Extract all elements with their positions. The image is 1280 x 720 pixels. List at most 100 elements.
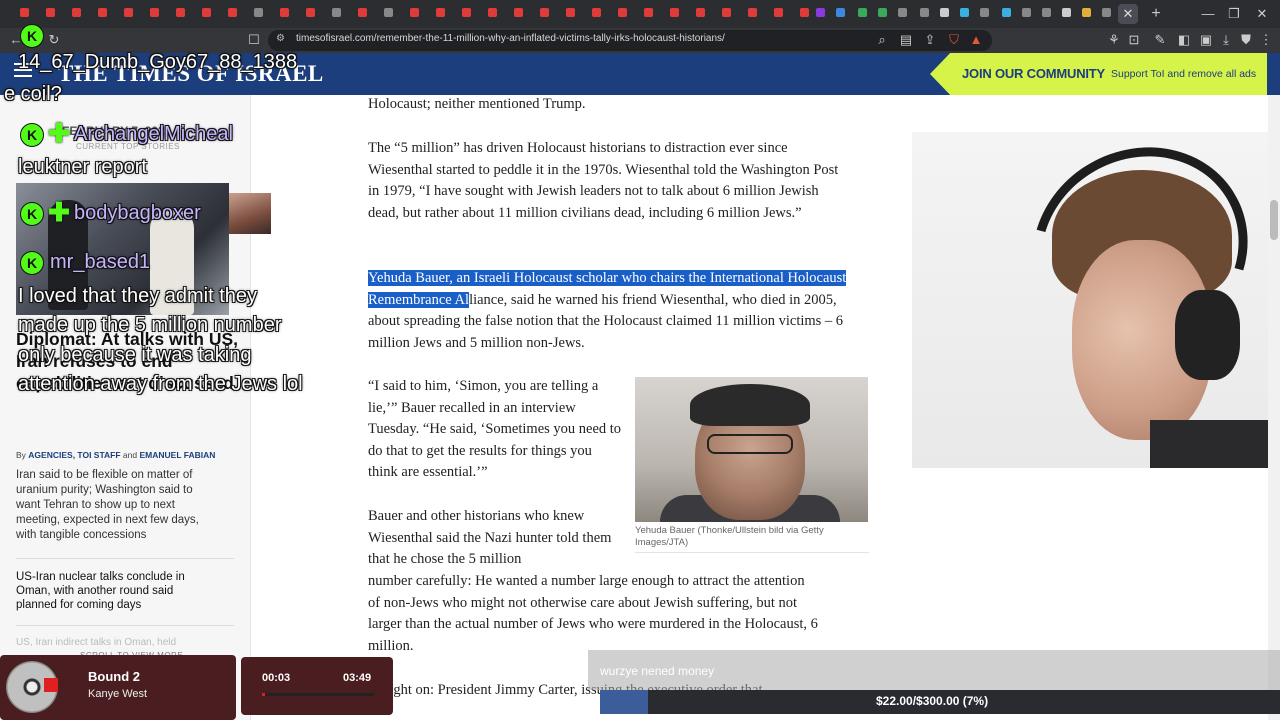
tab-favicon[interactable]: [46, 8, 55, 17]
tab-strip: ✕ + — ❐ ✕: [0, 0, 1280, 28]
tab-favicon[interactable]: [800, 8, 809, 17]
tab-favicon[interactable]: [332, 8, 341, 17]
maximize-icon[interactable]: ❐: [1222, 4, 1246, 24]
chat-username: bodybagboxer: [74, 202, 201, 224]
window-close-icon[interactable]: ✕: [1250, 4, 1274, 24]
menu-dots-icon[interactable]: ⋮: [1256, 30, 1276, 50]
tab-favicon[interactable]: [436, 8, 445, 17]
brave-shield-icon[interactable]: ⛉: [944, 30, 964, 50]
sidebar-icon[interactable]: ◧: [1174, 30, 1194, 50]
page-scrollbar[interactable]: [1268, 95, 1280, 720]
scrollbar-thumb[interactable]: [1270, 200, 1278, 240]
playback-progress-bar: [262, 693, 374, 696]
tab-favicon[interactable]: [1002, 8, 1011, 17]
webcam-detail: [1150, 420, 1280, 468]
join-community-title[interactable]: JOIN OUR COMMUNITY: [962, 66, 1105, 81]
chat-message: leuktner report: [18, 156, 147, 178]
tab-favicon[interactable]: [1102, 8, 1111, 17]
tab-favicon[interactable]: [722, 8, 731, 17]
photo-caption: Yehuda Bauer (Thonke/Ullstein bild via G…: [635, 525, 824, 548]
tab-favicon[interactable]: [670, 8, 679, 17]
divider: [16, 558, 234, 559]
screenshot-icon[interactable]: ⊡: [1124, 30, 1144, 50]
tab-favicon[interactable]: [774, 8, 783, 17]
sidebar-story[interactable]: US, Iran indirect talks in Oman, held: [16, 637, 216, 648]
tab-favicon[interactable]: [72, 8, 81, 17]
article-paragraph: “I said to him, ‘Simon, you are telling …: [368, 378, 622, 481]
byline-authors[interactable]: AGENCIES, TOI STAFF: [28, 450, 120, 460]
minimize-icon[interactable]: —: [1196, 4, 1220, 24]
subscriber-badge-icon: ✚: [48, 197, 70, 227]
chat-message: e coil?: [4, 83, 62, 105]
tab-favicon[interactable]: [462, 8, 471, 17]
tab-favicon[interactable]: [1022, 8, 1031, 17]
sidebar-byline: By AGENCIES, TOI STAFF and EMANUEL FABIA…: [16, 450, 215, 460]
tab-favicon[interactable]: [124, 8, 133, 17]
tab-favicon[interactable]: [1042, 8, 1051, 17]
vpn-icon[interactable]: ⛊: [1236, 30, 1256, 50]
tab-favicon[interactable]: [1082, 8, 1091, 17]
tab-favicon[interactable]: [514, 8, 523, 17]
song-title: Bound 2: [88, 669, 140, 684]
tab-favicon[interactable]: [306, 8, 315, 17]
tab-favicon[interactable]: [980, 8, 989, 17]
chat-message: I loved that they admit they: [18, 285, 258, 307]
url-text: timesofisrael.com/remember-the-11-millio…: [296, 33, 725, 44]
share-icon[interactable]: ⇪: [920, 30, 940, 50]
tab-favicon[interactable]: [836, 8, 845, 17]
bookmark-icon[interactable]: ☐: [244, 30, 264, 50]
reload-icon[interactable]: ↻: [44, 30, 64, 50]
current-time: 00:03: [262, 672, 291, 684]
donation-goal-text: $22.00/$300.00 (7%): [876, 694, 989, 708]
address-bar[interactable]: ⚙ timesofisrael.com/remember-the-11-mill…: [268, 30, 992, 51]
tab-favicon[interactable]: [592, 8, 601, 17]
tab-favicon[interactable]: [150, 8, 159, 17]
tab-favicon[interactable]: [202, 8, 211, 17]
tab-favicon[interactable]: [566, 8, 575, 17]
tab-favicon[interactable]: [878, 8, 887, 17]
tab-favicon[interactable]: [644, 8, 653, 17]
tab-favicon[interactable]: [696, 8, 705, 17]
tab-favicon[interactable]: [488, 8, 497, 17]
tab-favicon[interactable]: [358, 8, 367, 17]
extensions-icon[interactable]: ⚘: [1104, 30, 1124, 50]
new-tab-button[interactable]: +: [1146, 4, 1166, 24]
tab-favicon[interactable]: [228, 8, 237, 17]
tab-favicon[interactable]: [940, 8, 949, 17]
album-art: [44, 678, 58, 692]
site-info-icon[interactable]: ⚙: [276, 33, 285, 44]
tab-favicon[interactable]: [176, 8, 185, 17]
tab-favicon[interactable]: [410, 8, 419, 17]
photo-detail: [690, 384, 810, 426]
tab-favicon[interactable]: [816, 8, 825, 17]
article-paragraph: Bauer and other historians who knew Wies…: [368, 508, 612, 568]
wallet-icon[interactable]: ▣: [1196, 30, 1216, 50]
tab-favicon[interactable]: [20, 8, 29, 17]
chat-username: ArchangelMicheal: [74, 123, 233, 145]
tab-favicon[interactable]: [920, 8, 929, 17]
close-tab-button[interactable]: ✕: [1118, 4, 1138, 24]
tab-favicon[interactable]: [98, 8, 107, 17]
rewards-icon[interactable]: ▲: [966, 30, 986, 50]
tab-favicon[interactable]: [1062, 8, 1071, 17]
byline-authors[interactable]: EMANUEL FABIAN: [139, 450, 215, 460]
tab-favicon[interactable]: [254, 8, 263, 17]
article-paragraph: Yehuda Bauer, an Israeli Holocaust schol…: [368, 268, 852, 354]
tab-favicon[interactable]: [748, 8, 757, 17]
chat-message: made up the 5 million number: [18, 314, 282, 336]
playback-progress-fill: [262, 693, 265, 696]
tab-favicon[interactable]: [280, 8, 289, 17]
sidebar-story[interactable]: US-Iran nuclear talks conclude in Oman, …: [16, 570, 206, 612]
article-paragraph: number carefully: He wanted a number lar…: [368, 573, 818, 654]
tab-favicon[interactable]: [960, 8, 969, 17]
zoom-icon[interactable]: ⌕: [872, 30, 892, 50]
tab-favicon[interactable]: [858, 8, 867, 17]
download-icon[interactable]: ⤓: [1216, 30, 1236, 50]
tab-favicon[interactable]: [618, 8, 627, 17]
join-community-subtitle[interactable]: Support ToI and remove all ads: [1111, 68, 1256, 80]
tab-favicon[interactable]: [384, 8, 393, 17]
reader-icon[interactable]: ▤: [896, 30, 916, 50]
tab-favicon[interactable]: [898, 8, 907, 17]
pencil-icon[interactable]: ✎: [1150, 30, 1170, 50]
tab-favicon[interactable]: [540, 8, 549, 17]
